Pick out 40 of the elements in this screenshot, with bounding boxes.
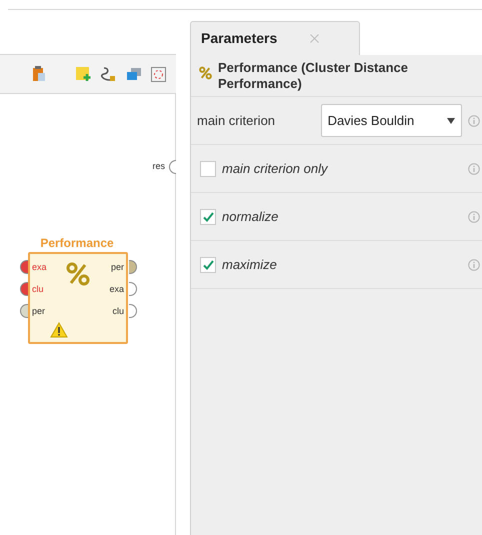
param-label: maximize [222, 256, 278, 274]
param-label: main criterion only [222, 160, 329, 178]
port-label: per [32, 305, 46, 318]
port-label: per [110, 261, 124, 274]
fit-view-icon[interactable] [151, 66, 166, 82]
info-icon[interactable] [468, 258, 480, 270]
port-icon[interactable] [20, 304, 28, 318]
port-icon[interactable] [20, 260, 28, 274]
criterion-dropdown[interactable]: Davies Bouldin [320, 104, 462, 137]
operator-title: Performance [39, 235, 115, 252]
info-icon[interactable] [468, 114, 480, 126]
clipboard-icon[interactable] [32, 66, 46, 82]
port-label: clu [32, 283, 45, 296]
port-icon[interactable] [129, 282, 137, 296]
operator-heading: Performance (Cluster Distance Performance) [218, 60, 410, 92]
port-icon[interactable] [169, 160, 176, 174]
param-label: normalize [222, 208, 280, 226]
layers-icon[interactable] [126, 67, 142, 81]
plug-icon[interactable] [101, 66, 117, 82]
checkmark-icon [202, 260, 214, 270]
dropdown-arrow-icon [447, 118, 455, 124]
info-icon[interactable] [468, 210, 480, 222]
port-label: exa [109, 283, 124, 296]
port-label: res [152, 160, 165, 174]
param-label: main criterion [197, 112, 276, 130]
port-icon[interactable] [129, 260, 137, 274]
port-icon[interactable] [129, 304, 137, 318]
port-label: clu [112, 305, 124, 318]
port-label: exa [32, 261, 47, 274]
port-icon[interactable] [20, 282, 28, 296]
operator-node[interactable]: exa clu per per exa clu [28, 252, 128, 344]
parameters-tab[interactable]: Parameters [190, 21, 360, 55]
checkbox[interactable] [200, 208, 216, 224]
info-icon[interactable] [468, 162, 480, 174]
percent-icon [199, 66, 212, 80]
checkbox[interactable] [200, 256, 216, 272]
add-note-icon[interactable] [76, 66, 92, 82]
checkbox[interactable] [200, 160, 216, 176]
checkmark-icon [202, 212, 214, 222]
percent-icon [66, 262, 90, 286]
